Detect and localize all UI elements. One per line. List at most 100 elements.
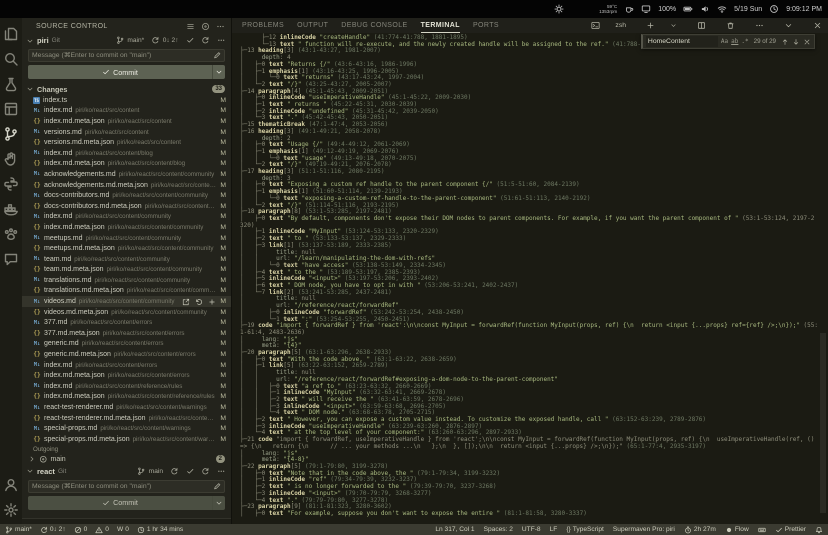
status-item-0[interactable]: 0 xyxy=(74,526,88,534)
commit-dropdown[interactable] xyxy=(212,65,225,79)
terminal-scrollbar[interactable] xyxy=(820,333,826,513)
panel-tab-debug-console[interactable]: DEBUG CONSOLE xyxy=(341,18,407,33)
commit-button[interactable]: Commit xyxy=(28,496,225,510)
file-row[interactable]: {}team.md.meta.jsonpiri/ko/react/src/con… xyxy=(22,265,231,276)
file-row[interactable]: {}index.md.meta.jsonpiri/ko/react/src/co… xyxy=(22,159,231,170)
commit-dropdown[interactable] xyxy=(212,496,225,510)
extensions-icon[interactable] xyxy=(3,101,19,117)
file-row[interactable]: M↓index.mdpiri/ko/react/src/content/blog… xyxy=(22,148,231,159)
file-row[interactable]: {}translations.md.meta.jsonpiri/ko/react… xyxy=(22,286,231,297)
status-item-ln-317-col-1[interactable]: Ln 317, Col 1 xyxy=(435,526,474,533)
regex-icon[interactable]: .* xyxy=(741,38,748,45)
branch-name[interactable]: main* xyxy=(127,37,144,44)
match-case-icon[interactable]: Aa xyxy=(721,38,728,45)
file-row[interactable]: {}docs-contributors.md.meta.jsonpiri/ko/… xyxy=(22,201,231,212)
shell-label[interactable]: zsh xyxy=(615,22,626,29)
settings-gear-icon[interactable] xyxy=(3,502,19,518)
next-match-icon[interactable] xyxy=(792,38,800,46)
file-row[interactable]: M↓translations.mdpiri/ko/react/src/conte… xyxy=(22,275,231,286)
file-row[interactable]: M↓377.mdpiri/ko/react/src/content/errors… xyxy=(22,317,231,328)
file-row[interactable]: {}special-props.md.meta.jsonpiri/ko/reac… xyxy=(22,434,231,445)
status-item-spaces-2[interactable]: Spaces: 2 xyxy=(484,526,513,533)
terminal[interactable]: ├─12 inlineCode "createHandle" (41:774-4… xyxy=(232,33,828,524)
panel-more-icon[interactable] xyxy=(755,21,764,30)
file-row[interactable]: {}index.md.meta.jsonpiri/ko/react/src/co… xyxy=(22,392,231,403)
panel-tab-terminal[interactable]: TERMINAL xyxy=(421,18,460,33)
wifi-icon[interactable] xyxy=(717,4,727,14)
file-row[interactable]: M↓index.mdpiri/ko/react/src/content/comm… xyxy=(22,212,231,223)
file-row[interactable]: {}index.md.meta.jsonpiri/ko/react/src/co… xyxy=(22,222,231,233)
panel-tab-problems[interactable]: PROBLEMS xyxy=(242,18,284,33)
discard-changes-icon[interactable] xyxy=(195,298,203,306)
file-row[interactable]: {}377.md.meta.jsonpiri/ko/react/src/cont… xyxy=(22,328,231,339)
volume-icon[interactable] xyxy=(700,4,710,14)
file-row[interactable]: {}acknowledgements.md.meta.jsonpiri/ko/r… xyxy=(22,180,231,191)
more-icon[interactable] xyxy=(217,467,226,476)
repo-row-piri[interactable]: piri Git main* 0↓ 2↑ xyxy=(22,34,231,47)
tray-date[interactable]: 5/19 Sun xyxy=(734,6,762,13)
file-row[interactable]: M↓index.mdpiri/ko/react/src/content/erro… xyxy=(22,360,231,371)
file-row[interactable]: {}generic.md.meta.jsonpiri/ko/react/src/… xyxy=(22,349,231,360)
view-list-icon[interactable] xyxy=(186,22,195,31)
file-row[interactable]: {}meetups.md.meta.jsonpiri/ko/react/src/… xyxy=(22,243,231,254)
terminal-profile-chevron-icon[interactable] xyxy=(670,21,677,30)
cup-icon[interactable] xyxy=(624,4,634,14)
panel-tab-output[interactable]: OUTPUT xyxy=(297,18,328,33)
panel-tab-ports[interactable]: PORTS xyxy=(473,18,499,33)
find-input[interactable] xyxy=(646,36,718,47)
file-row[interactable]: M↓meetups.mdpiri/ko/react/src/content/co… xyxy=(22,233,231,244)
file-row[interactable]: {}react-test-renderer.md.meta.jsonpiri/k… xyxy=(22,413,231,424)
status-item-0-2-[interactable]: 0↓ 2↑ xyxy=(40,526,66,534)
file-row[interactable]: M↓react-test-renderer.mdpiri/ko/react/sr… xyxy=(22,402,231,413)
repositories-icon[interactable] xyxy=(201,22,210,31)
status-item-flow[interactable]: Flow xyxy=(725,526,749,534)
file-row[interactable]: M↓index.mdpiri/ko/react/src/content/refe… xyxy=(22,381,231,392)
status-item-keyboard-icon[interactable] xyxy=(758,526,766,534)
close-panel-icon[interactable] xyxy=(813,21,822,30)
close-find-icon[interactable] xyxy=(803,38,811,46)
status-item-0[interactable]: 0 xyxy=(95,526,109,534)
more-icon[interactable] xyxy=(217,36,226,45)
kill-terminal-icon[interactable] xyxy=(726,21,735,30)
sync-counts[interactable]: 0↓ 2↑ xyxy=(163,37,179,44)
chat-icon[interactable] xyxy=(3,251,19,267)
file-row[interactable]: M↓videos.mdpiri/ko/react/src/content/com… xyxy=(22,296,231,307)
sync-icon[interactable] xyxy=(170,467,179,476)
debug-icon[interactable] xyxy=(3,76,19,92)
status-item-0[interactable]: W0 xyxy=(117,526,129,533)
whole-word-icon[interactable]: ab xyxy=(731,38,738,45)
file-row[interactable]: {}versions.md.meta.jsonpiri/ko/react/src… xyxy=(22,137,231,148)
commit-check-icon[interactable] xyxy=(186,36,195,45)
status-item-prettier[interactable]: Prettier xyxy=(775,526,806,534)
stage-changes-icon[interactable] xyxy=(208,298,216,306)
chevron-down-icon[interactable] xyxy=(26,467,34,475)
more-actions-icon[interactable] xyxy=(216,22,225,31)
status-item-typescript[interactable]: {}TypeScript xyxy=(566,526,604,533)
commit-button[interactable]: Commit xyxy=(28,65,225,79)
new-terminal-icon[interactable] xyxy=(646,21,655,30)
file-row[interactable]: M↓versions.mdpiri/ko/react/src/contentM xyxy=(22,127,231,138)
outgoing-main-row[interactable]: main 2 xyxy=(22,454,231,465)
chevron-down-icon[interactable] xyxy=(26,37,34,45)
previous-match-icon[interactable] xyxy=(781,38,789,46)
status-item-1-hr-34-mins[interactable]: 1 hr 34 mins xyxy=(137,526,183,534)
branch-name[interactable]: main xyxy=(149,468,163,475)
file-row[interactable]: M↓generic.mdpiri/ko/react/src/content/er… xyxy=(22,339,231,350)
status-item-lf[interactable]: LF xyxy=(550,526,558,533)
paw-icon[interactable] xyxy=(3,226,19,242)
split-terminal-icon[interactable] xyxy=(697,21,706,30)
file-row[interactable]: {}index.md.meta.jsonpiri/ko/react/src/co… xyxy=(22,370,231,381)
file-row[interactable]: {}videos.md.meta.jsonpiri/ko/react/src/c… xyxy=(22,307,231,318)
generate-message-icon[interactable] xyxy=(213,51,222,60)
panel-maximize-icon[interactable] xyxy=(784,21,793,30)
changes-section[interactable]: Changes 33 xyxy=(22,83,231,95)
commit-message-input[interactable] xyxy=(32,483,209,490)
search-icon[interactable] xyxy=(3,51,19,67)
commit-message-input[interactable] xyxy=(32,52,209,59)
file-row[interactable]: TSindex.tsM xyxy=(22,95,231,106)
status-item-bell-icon[interactable] xyxy=(815,526,823,534)
account-icon[interactable] xyxy=(3,477,19,493)
sync-icon[interactable] xyxy=(151,36,160,45)
status-item-supermaven-pro-piri[interactable]: Supermaven Pro: piri xyxy=(613,526,675,533)
status-item-2h-27m[interactable]: 2h 27m xyxy=(684,526,716,534)
